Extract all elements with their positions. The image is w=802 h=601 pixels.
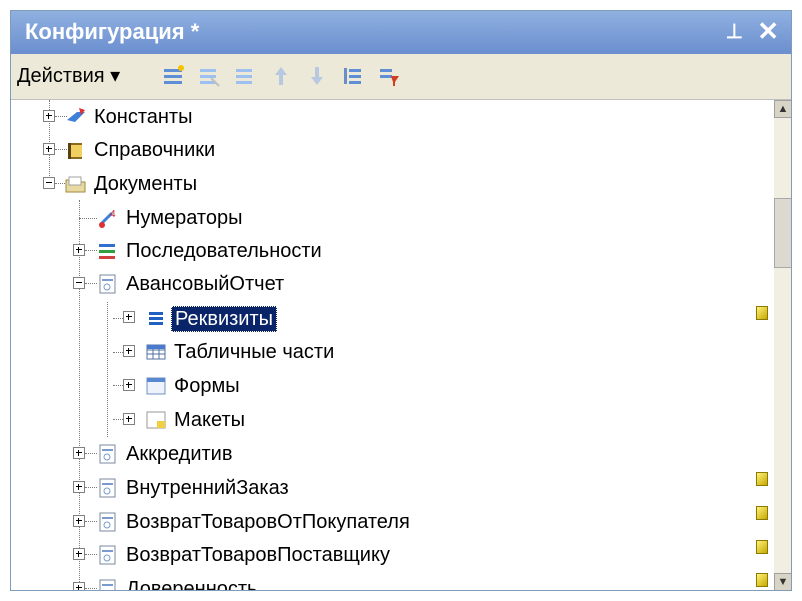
panel-title: Конфигурация *: [25, 19, 200, 44]
expand-icon[interactable]: [73, 481, 85, 493]
collapse-icon[interactable]: [43, 177, 55, 189]
tree-node-label: ВозвратТоваровОтПокупателя: [126, 511, 410, 533]
title-bar: Конфигурация * ⊥ ✕: [11, 11, 791, 54]
catalogs-icon: [68, 143, 82, 159]
subsystem-marker-icon: [756, 573, 768, 587]
attributes-icon: [149, 312, 163, 325]
configuration-panel: Конфигурация * ⊥ ✕ Действия ▾ Константы …: [10, 10, 792, 591]
expand-icon[interactable]: [73, 515, 85, 527]
toolbar: Действия ▾: [11, 54, 791, 100]
close-icon[interactable]: ✕: [757, 16, 779, 47]
constants-icon: [67, 108, 85, 122]
add-icon[interactable]: [161, 64, 185, 88]
expand-icon[interactable]: [123, 311, 135, 323]
tree-node-label: Доверенность: [126, 578, 258, 591]
expand-icon[interactable]: [123, 413, 135, 425]
tree-node-label: Нумераторы: [126, 207, 243, 229]
expand-icon[interactable]: [73, 582, 85, 590]
documents-folder-icon: [65, 176, 86, 193]
copy-icon[interactable]: [233, 64, 257, 88]
templates-icon: [146, 411, 166, 429]
expand-icon[interactable]: [123, 345, 135, 357]
expand-icon[interactable]: [73, 244, 85, 256]
actions-menu-button[interactable]: Действия ▾: [17, 63, 120, 88]
tree-node-label: Формы: [174, 375, 240, 397]
sequences-icon: [99, 244, 115, 259]
document-icon: [99, 545, 116, 565]
expand-icon[interactable]: [43, 110, 55, 122]
tree-node-label: Реквизиты: [171, 306, 278, 332]
svg-text:4: 4: [110, 209, 116, 220]
scroll-up-icon[interactable]: ▲: [774, 100, 791, 118]
tree-node-label: АвансовыйОтчет: [126, 273, 285, 295]
tree-node-label: Константы: [94, 106, 193, 128]
forms-icon: [146, 377, 166, 395]
tree-node-label: Справочники: [94, 139, 216, 161]
pin-icon[interactable]: ⊥: [726, 19, 743, 44]
document-icon: [99, 478, 116, 498]
document-icon: [99, 274, 116, 294]
filter-icon[interactable]: [377, 64, 401, 88]
tree-node-label: ВнутреннийЗаказ: [126, 477, 289, 499]
subsystem-marker-icon: [756, 306, 768, 320]
subsystem-marker-icon: [756, 540, 768, 554]
vertical-scrollbar[interactable]: ▲ ▼: [774, 100, 791, 590]
configuration-tree: Константы Справочники Документы 4 Нумера…: [11, 100, 773, 591]
document-icon: [99, 579, 116, 590]
tree-node-label: Аккредитив: [126, 443, 233, 465]
move-up-icon[interactable]: [269, 64, 293, 88]
tree-node-label: Макеты: [174, 409, 245, 431]
expand-icon[interactable]: [123, 379, 135, 391]
subsystem-marker-icon: [756, 472, 768, 486]
sort-icon[interactable]: [341, 64, 365, 88]
expand-icon[interactable]: [73, 548, 85, 560]
scrollbar-thumb[interactable]: [774, 198, 791, 268]
document-icon: [99, 444, 116, 464]
tree-node-label: Последовательности: [126, 240, 322, 262]
add-group-icon[interactable]: [197, 64, 221, 88]
collapse-icon[interactable]: [73, 277, 85, 289]
tree-node-label: ВозвратТоваровПоставщику: [126, 544, 390, 566]
scroll-down-icon[interactable]: ▼: [774, 573, 791, 590]
tree-node-label: Документы: [94, 173, 198, 195]
tree-node-label: Табличные части: [174, 341, 335, 363]
numerators-icon: 4: [98, 209, 116, 228]
move-down-icon[interactable]: [305, 64, 329, 88]
expand-icon[interactable]: [73, 447, 85, 459]
expand-icon[interactable]: [43, 143, 55, 155]
tabular-sections-icon: [146, 344, 166, 360]
subsystem-marker-icon: [756, 506, 768, 520]
document-icon: [99, 512, 116, 532]
